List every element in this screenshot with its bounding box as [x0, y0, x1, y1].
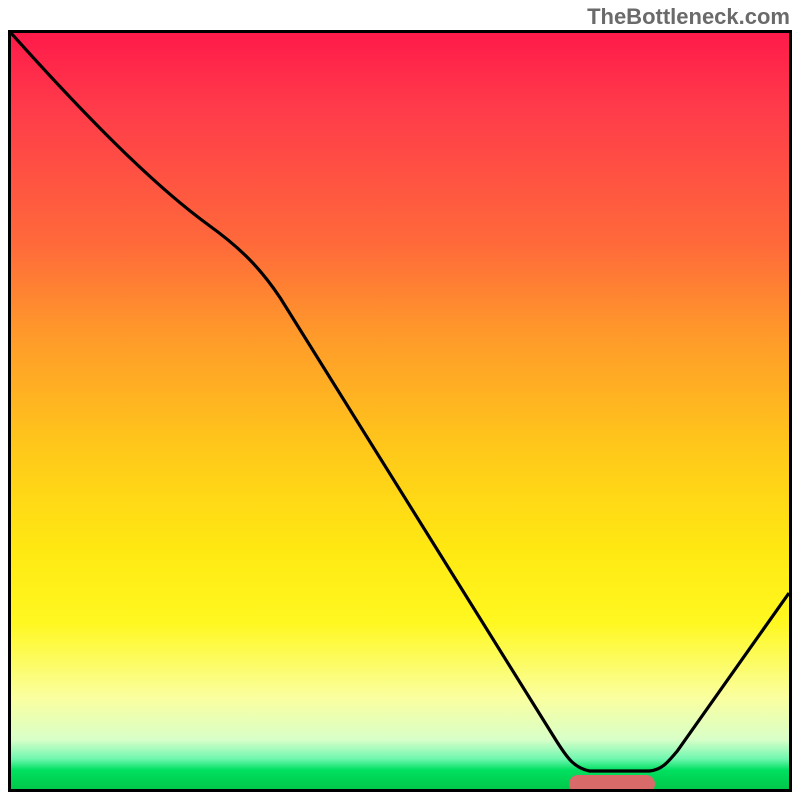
bottleneck-curve-path [11, 33, 789, 771]
watermark-text: TheBottleneck.com [587, 4, 790, 30]
chart-frame [8, 30, 792, 792]
bottleneck-curve-svg [11, 33, 789, 789]
optimal-range-marker [569, 775, 655, 792]
